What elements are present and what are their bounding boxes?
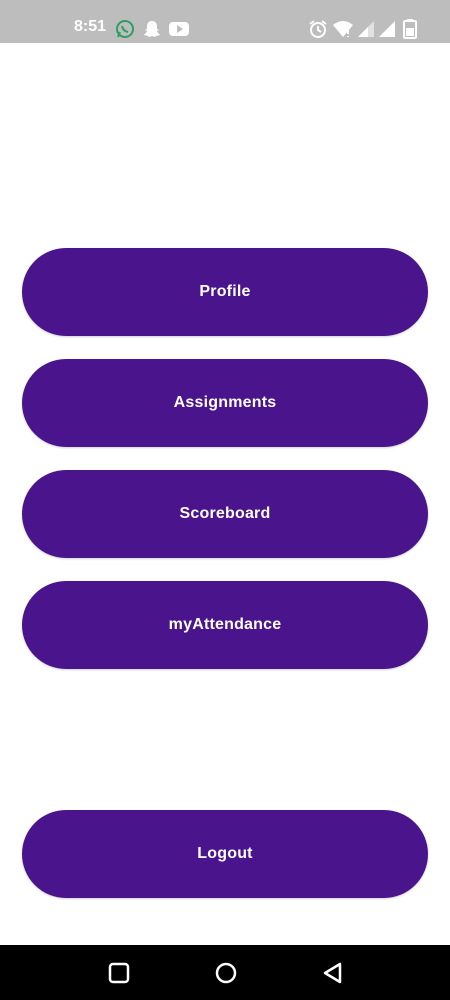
whatsapp-icon bbox=[116, 20, 134, 38]
profile-button-label: Profile bbox=[199, 283, 251, 300]
back-icon[interactable] bbox=[318, 958, 348, 988]
assignments-button-label: Assignments bbox=[173, 394, 277, 411]
signal-icon bbox=[358, 21, 374, 37]
scoreboard-button-label: Scoreboard bbox=[179, 505, 271, 522]
logout-button[interactable]: Logout bbox=[22, 810, 428, 898]
status-bar: 8:51 bbox=[0, 0, 450, 43]
signal-icon bbox=[379, 21, 395, 37]
youtube-icon bbox=[169, 22, 189, 36]
wifi-icon bbox=[333, 21, 353, 37]
my-attendance-button[interactable]: myAttendance bbox=[22, 581, 428, 669]
my-attendance-button-label: myAttendance bbox=[168, 616, 282, 633]
recent-apps-icon[interactable] bbox=[104, 958, 134, 988]
scoreboard-button[interactable]: Scoreboard bbox=[22, 470, 428, 558]
assignments-button[interactable]: Assignments bbox=[22, 359, 428, 447]
home-icon[interactable] bbox=[211, 958, 241, 988]
status-time: 8:51 bbox=[74, 18, 107, 35]
battery-icon bbox=[403, 19, 417, 39]
snapchat-icon bbox=[144, 21, 160, 37]
logout-button-label: Logout bbox=[197, 845, 253, 862]
navigation-bar bbox=[0, 945, 450, 1000]
alarm-icon bbox=[309, 20, 327, 38]
screen: 8:51 Profile Assignments Scoreboard myAt… bbox=[0, 0, 450, 1000]
profile-button[interactable]: Profile bbox=[22, 248, 428, 336]
